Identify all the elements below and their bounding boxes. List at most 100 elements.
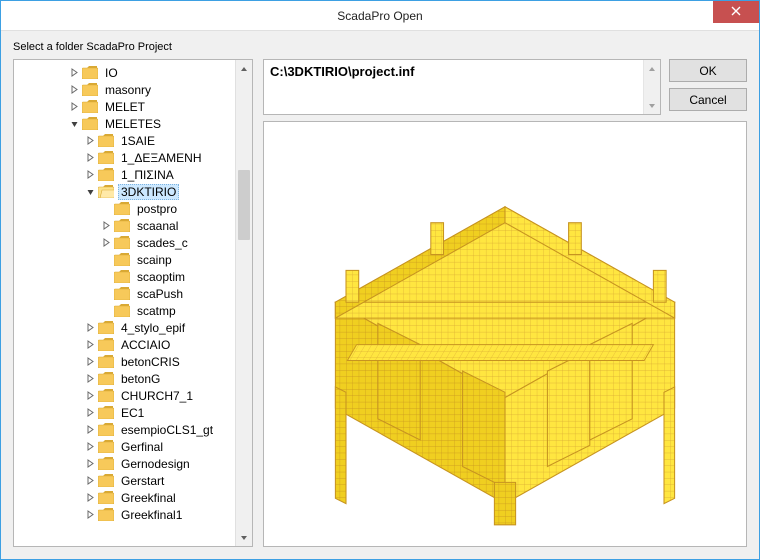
chevron-right-icon[interactable]: [84, 135, 96, 147]
chevron-right-icon[interactable]: [68, 101, 80, 113]
content-area: IOmasonry MELET MELETES1SAIE1_ΔΕΞΑΜΕΝΗ1_ΠΙ…: [13, 59, 747, 547]
folder-icon: [114, 270, 130, 284]
folder-icon: [114, 219, 130, 233]
tree-item[interactable]: 1SAIE: [20, 132, 235, 149]
cancel-button[interactable]: Cancel: [669, 88, 747, 111]
tree-item[interactable]: 1_ΠΙΣΙΝΑ: [20, 166, 235, 183]
scroll-down-button[interactable]: [644, 97, 660, 114]
titlebar[interactable]: ScadaPro Open: [1, 1, 759, 31]
chevron-right-icon[interactable]: [68, 67, 80, 79]
close-button[interactable]: [713, 1, 759, 23]
scroll-thumb[interactable]: [238, 170, 250, 240]
tree-item[interactable]: CHURCH7_1: [20, 387, 235, 404]
chevron-right-icon[interactable]: [84, 424, 96, 436]
folder-icon: [98, 389, 114, 403]
tree-item[interactable]: scainp: [20, 251, 235, 268]
tree-item-label: Gerfinal: [118, 440, 166, 454]
tree-scrollbar[interactable]: [235, 60, 252, 546]
prompt-label: Select a folder ScadaPro Project: [13, 41, 747, 53]
tree-item[interactable]: scaoptim: [20, 268, 235, 285]
dialog-body: Select a folder ScadaPro Project IOmason…: [1, 31, 759, 559]
tree-item[interactable]: scades_c: [20, 234, 235, 251]
folder-icon: [98, 440, 114, 454]
tree-item[interactable]: IO: [20, 64, 235, 81]
tree-item-label: esempioCLS1_gt: [118, 423, 216, 437]
chevron-right-icon[interactable]: [84, 356, 96, 368]
folder-icon: [114, 304, 130, 318]
tree-item[interactable]: MELET: [20, 98, 235, 115]
path-scrollbar[interactable]: [643, 60, 660, 114]
dialog-window: ScadaPro Open Select a folder ScadaPro P…: [0, 0, 760, 560]
top-row: C:\3DKTIRIO\project.inf OK Cancel: [263, 59, 747, 115]
tree-item[interactable]: Greekfinal: [20, 489, 235, 506]
chevron-down-icon[interactable]: [68, 118, 80, 130]
tree-item[interactable]: Greekfinal1: [20, 506, 235, 523]
tree-item-label: Gernodesign: [118, 457, 193, 471]
tree-item[interactable]: MELETES: [20, 115, 235, 132]
ok-button[interactable]: OK: [669, 59, 747, 82]
tree-item-label: scades_c: [134, 236, 191, 250]
scroll-up-button[interactable]: [644, 60, 660, 77]
tree-item-label: MELETES: [102, 117, 164, 131]
tree-item-label: scaoptim: [134, 270, 188, 284]
chevron-right-icon[interactable]: [84, 458, 96, 470]
chevron-right-icon[interactable]: [100, 220, 112, 232]
chevron-right-icon[interactable]: [84, 373, 96, 385]
tree-item[interactable]: betonCRIS: [20, 353, 235, 370]
tree-item[interactable]: 1_ΔΕΞΑΜΕΝΗ: [20, 149, 235, 166]
tree-item[interactable]: EC1: [20, 404, 235, 421]
chevron-right-icon[interactable]: [84, 322, 96, 334]
scroll-up-button[interactable]: [236, 60, 252, 77]
chevron-right-icon[interactable]: [84, 475, 96, 487]
folder-icon: [98, 168, 114, 182]
tree-item[interactable]: 3DKTIRIO: [20, 183, 235, 200]
folder-icon: [98, 355, 114, 369]
tree-item[interactable]: Gernodesign: [20, 455, 235, 472]
tree-item[interactable]: postpro: [20, 200, 235, 217]
chevron-right-icon[interactable]: [84, 339, 96, 351]
tree-item-label: CHURCH7_1: [118, 389, 196, 403]
folder-icon: [114, 236, 130, 250]
folder-icon: [98, 491, 114, 505]
chevron-right-icon[interactable]: [84, 169, 96, 181]
folder-icon: [114, 253, 130, 267]
structure-3d-icon: [264, 122, 746, 546]
tree-item[interactable]: betonG: [20, 370, 235, 387]
path-display[interactable]: C:\3DKTIRIO\project.inf: [263, 59, 661, 115]
right-panel: C:\3DKTIRIO\project.inf OK Cancel: [263, 59, 747, 547]
folder-icon: [82, 83, 98, 97]
tree-item[interactable]: esempioCLS1_gt: [20, 421, 235, 438]
folder-icon: [98, 508, 114, 522]
chevron-right-icon[interactable]: [84, 441, 96, 453]
tree-item-label: ACCIAIO: [118, 338, 173, 352]
folder-tree[interactable]: IOmasonry MELET MELETES1SAIE1_ΔΕΞΑΜΕΝΗ1_ΠΙ…: [14, 60, 235, 546]
chevron-right-icon[interactable]: [84, 509, 96, 521]
tree-item[interactable]: Gerstart: [20, 472, 235, 489]
chevron-right-icon[interactable]: [100, 237, 112, 249]
tree-item[interactable]: scaanal: [20, 217, 235, 234]
scroll-down-button[interactable]: [236, 529, 252, 546]
tree-item-label: Greekfinal: [118, 491, 179, 505]
tree-item[interactable]: 4_stylo_epif: [20, 319, 235, 336]
folder-icon: [98, 321, 114, 335]
tree-item[interactable]: masonry: [20, 81, 235, 98]
tree-item[interactable]: ACCIAIO: [20, 336, 235, 353]
tree-item[interactable]: Gerfinal: [20, 438, 235, 455]
tree-item-label: 3DKTIRIO: [118, 184, 179, 200]
folder-open-icon: [98, 185, 114, 199]
cancel-label: Cancel: [689, 93, 726, 107]
tree-item[interactable]: scaPush: [20, 285, 235, 302]
chevron-right-icon[interactable]: [84, 390, 96, 402]
tree-item-label: MELET: [102, 100, 148, 114]
dialog-buttons: OK Cancel: [669, 59, 747, 115]
close-icon: [731, 5, 741, 19]
folder-icon: [98, 151, 114, 165]
folder-icon: [82, 66, 98, 80]
chevron-right-icon[interactable]: [84, 492, 96, 504]
chevron-right-icon[interactable]: [68, 84, 80, 96]
tree-item[interactable]: scatmp: [20, 302, 235, 319]
ok-label: OK: [699, 64, 716, 78]
chevron-down-icon[interactable]: [84, 186, 96, 198]
chevron-right-icon[interactable]: [84, 152, 96, 164]
chevron-right-icon[interactable]: [84, 407, 96, 419]
